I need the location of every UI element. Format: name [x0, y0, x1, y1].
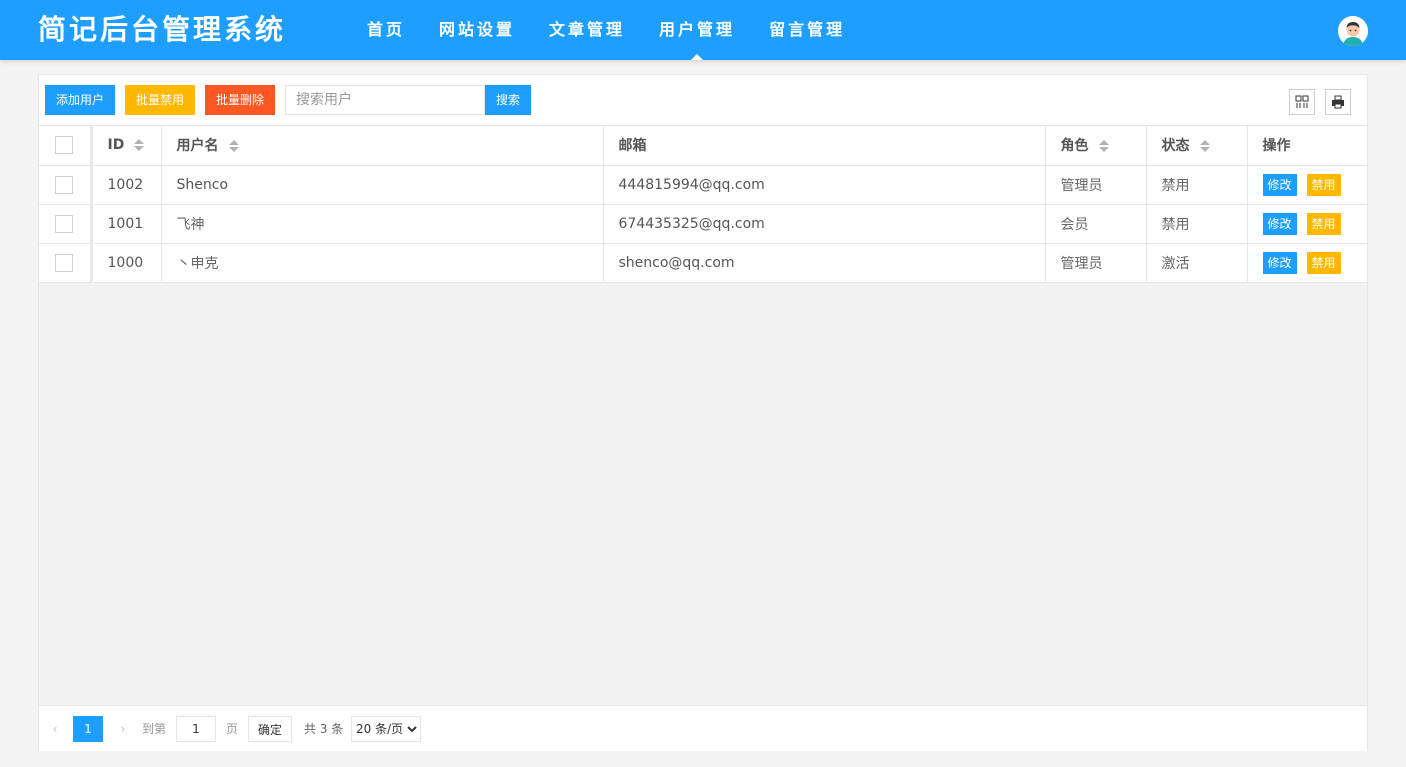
add-user-button[interactable]: 添加用户 — [45, 85, 116, 115]
goto-confirm-button[interactable]: 确定 — [248, 716, 293, 742]
column-header-id: ID — [91, 126, 162, 166]
cell-status: 禁用 — [1146, 165, 1248, 205]
select-all-checkbox[interactable] — [55, 136, 74, 155]
column-header-role-label: 角色 — [1060, 138, 1089, 155]
edit-button[interactable]: 修改 — [1262, 173, 1297, 196]
page-size-select[interactable]: 20 条/页 — [351, 716, 421, 742]
row-checkbox[interactable] — [55, 253, 74, 272]
edit-button[interactable]: 修改 — [1262, 251, 1297, 274]
cell-email: 674435325@qq.com — [603, 204, 1046, 244]
cell-role: 管理员 — [1045, 165, 1147, 205]
cell-email: 444815994@qq.com — [603, 165, 1046, 205]
sort-status-icon[interactable] — [1199, 140, 1210, 153]
search-button[interactable]: 搜索 — [485, 85, 532, 115]
goto-page-input[interactable] — [176, 716, 216, 742]
prev-page-icon[interactable]: ‹ — [45, 716, 65, 742]
cell-username: 丶申克 — [161, 243, 604, 283]
table-row: 1000 丶申克 shenco@qq.com 管理员 激活 修改 禁用 — [39, 243, 1367, 283]
cell-username: 飞神 — [161, 204, 604, 244]
cell-actions: 修改 禁用 — [1247, 243, 1367, 283]
nav-item-home[interactable]: 首页 — [350, 0, 422, 60]
column-header-role: 角色 — [1045, 126, 1147, 166]
page-number-current[interactable]: 1 — [73, 716, 103, 742]
batch-delete-button[interactable]: 批量删除 — [205, 85, 276, 115]
row-select-cell — [39, 243, 93, 283]
disable-button[interactable]: 禁用 — [1306, 251, 1341, 274]
batch-disable-button[interactable]: 批量禁用 — [125, 85, 196, 115]
column-header-actions-label: 操作 — [1262, 138, 1291, 155]
goto-prefix-label: 到第 — [142, 722, 167, 736]
cell-email: shenco@qq.com — [603, 243, 1046, 283]
column-header-actions: 操作 — [1247, 126, 1367, 166]
cell-role: 会员 — [1045, 204, 1147, 244]
table-header-row: ID 用户名 邮箱 角色 状态 操作 — [39, 126, 1367, 166]
column-header-status: 状态 — [1146, 126, 1248, 166]
sort-username-icon[interactable] — [228, 140, 239, 153]
sort-role-icon[interactable] — [1098, 140, 1109, 153]
cell-actions: 修改 禁用 — [1247, 165, 1367, 205]
column-header-email: 邮箱 — [603, 126, 1046, 166]
search-input[interactable] — [285, 85, 485, 115]
column-header-id-label: ID — [107, 137, 125, 154]
cell-status: 禁用 — [1146, 204, 1248, 244]
cell-username: Shenco — [161, 165, 604, 205]
table-row: 1002 Shenco 444815994@qq.com 管理员 禁用 修改 禁用 — [39, 165, 1367, 205]
cell-actions: 修改 禁用 — [1247, 204, 1367, 244]
top-header: 简记后台管理系统 首页 网站设置 文章管理 用户管理 留言管理 — [0, 0, 1406, 60]
print-icon — [1332, 95, 1344, 109]
sort-id-icon[interactable] — [134, 139, 145, 152]
app-logo: 简记后台管理系统 — [38, 13, 287, 46]
nav-item-users[interactable]: 用户管理 — [642, 0, 752, 60]
row-checkbox[interactable] — [55, 175, 74, 194]
cell-status: 激活 — [1146, 243, 1248, 283]
total-count-label: 共 3 条 — [304, 722, 344, 736]
table-row: 1001 飞神 674435325@qq.com 会员 禁用 修改 禁用 — [39, 204, 1367, 244]
cell-role: 管理员 — [1045, 243, 1147, 283]
next-page-icon[interactable]: › — [113, 716, 133, 742]
columns-filter-button[interactable] — [1289, 89, 1315, 115]
row-select-cell — [39, 204, 93, 244]
goto-suffix-label: 页 — [226, 722, 239, 736]
avatar-icon — [1338, 16, 1368, 46]
disable-button[interactable]: 禁用 — [1306, 212, 1341, 235]
disable-button[interactable]: 禁用 — [1306, 173, 1341, 196]
nav-item-messages[interactable]: 留言管理 — [752, 0, 862, 60]
print-button[interactable] — [1325, 89, 1351, 115]
pagination: ‹ 1 › 到第 页 确定 共 3 条 20 条/页 — [39, 705, 1367, 751]
cell-id: 1000 — [91, 243, 162, 283]
main-nav: 首页 网站设置 文章管理 用户管理 留言管理 — [350, 0, 862, 60]
cell-id: 1001 — [91, 204, 162, 244]
nav-item-articles[interactable]: 文章管理 — [532, 0, 642, 60]
table-toolbar: 添加用户 批量禁用 批量删除 搜索 — [39, 75, 1367, 126]
row-checkbox[interactable] — [55, 214, 74, 233]
column-header-email-label: 邮箱 — [618, 138, 647, 155]
users-table: ID 用户名 邮箱 角色 状态 操作 1002 Shenco 444815994… — [39, 126, 1367, 283]
column-header-username-label: 用户名 — [176, 138, 219, 155]
cell-id: 1002 — [91, 165, 162, 205]
row-select-cell — [39, 165, 93, 205]
users-card: 添加用户 批量禁用 批量删除 搜索用户 搜索 ID 用户名 邮箱 角色 状态 操… — [38, 74, 1368, 751]
column-header-status-label: 状态 — [1161, 138, 1190, 155]
nav-item-site-settings[interactable]: 网站设置 — [422, 0, 532, 60]
column-header-username: 用户名 — [161, 126, 604, 166]
edit-button[interactable]: 修改 — [1262, 212, 1297, 235]
select-all-cell — [39, 126, 93, 166]
columns-filter-icon — [1295, 95, 1309, 108]
user-avatar[interactable] — [1338, 16, 1368, 46]
